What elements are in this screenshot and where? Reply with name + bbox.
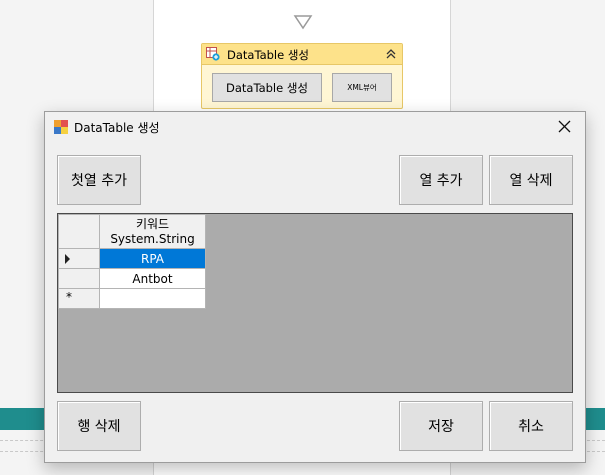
table-row: RPA bbox=[58, 248, 206, 269]
grid-header-row: 키워드 System.String bbox=[58, 214, 206, 249]
column-name: 키워드 bbox=[135, 216, 170, 231]
table-row: Antbot bbox=[58, 268, 206, 289]
new-row-marker: * bbox=[66, 290, 72, 304]
activity-title: DataTable 생성 bbox=[227, 48, 310, 62]
app-icon bbox=[54, 120, 68, 134]
column-type: System.String bbox=[110, 231, 195, 246]
activity-header[interactable]: DataTable 생성 bbox=[202, 44, 402, 65]
data-grid[interactable]: 키워드 System.String RPA Antbot * bbox=[57, 213, 573, 393]
close-button[interactable] bbox=[545, 112, 585, 142]
cancel-button[interactable]: 취소 bbox=[489, 401, 573, 451]
collapse-chevrons-icon[interactable] bbox=[384, 47, 398, 61]
row-header[interactable] bbox=[58, 248, 100, 269]
datatable-dialog: DataTable 생성 첫열 추가 열 추가 열 삭제 키워드 System.… bbox=[44, 111, 586, 463]
current-row-arrow-icon bbox=[65, 254, 70, 264]
flow-arrow-down-icon bbox=[293, 15, 313, 30]
xml-viewer-button[interactable]: XML뷰어 bbox=[332, 73, 392, 102]
column-header-keyword[interactable]: 키워드 System.String bbox=[99, 214, 206, 249]
delete-row-button[interactable]: 행 삭제 bbox=[57, 401, 141, 451]
grid-cell[interactable]: Antbot bbox=[99, 268, 206, 289]
grid-corner-cell bbox=[58, 214, 100, 249]
grid-cell[interactable]: RPA bbox=[99, 248, 206, 269]
dialog-titlebar[interactable]: DataTable 생성 bbox=[45, 112, 585, 142]
grid-table: 키워드 System.String RPA Antbot * bbox=[58, 214, 206, 309]
save-button[interactable]: 저장 bbox=[399, 401, 483, 451]
dialog-title: DataTable 생성 bbox=[74, 121, 160, 135]
add-first-column-button[interactable]: 첫열 추가 bbox=[57, 155, 141, 205]
add-column-button[interactable]: 열 추가 bbox=[399, 155, 483, 205]
row-header[interactable] bbox=[58, 268, 100, 289]
close-icon bbox=[558, 120, 571, 133]
datatable-activity[interactable]: DataTable 생성 DataTable 생성 XML뷰어 bbox=[201, 43, 403, 109]
delete-column-button[interactable]: 열 삭제 bbox=[489, 155, 573, 205]
table-row: * bbox=[58, 288, 206, 309]
create-datatable-button[interactable]: DataTable 생성 bbox=[212, 73, 322, 102]
datatable-add-icon bbox=[206, 47, 220, 61]
row-header[interactable]: * bbox=[58, 288, 100, 309]
grid-cell-new[interactable] bbox=[99, 288, 206, 309]
